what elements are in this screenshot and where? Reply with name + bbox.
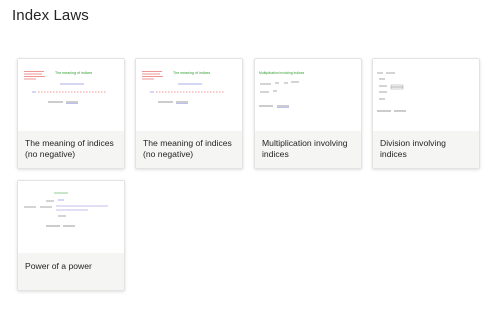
card-title[interactable]: The meaning of indices (no negative) [143, 138, 235, 160]
thumb-heading: The meaning of indices [173, 71, 210, 75]
card-footer[interactable]: Power of a power [18, 253, 124, 290]
thumb-heading: The meaning of indices [55, 71, 92, 75]
thumb-heading: Multiplication involving indices [259, 71, 305, 75]
card-title[interactable]: The meaning of indices (no negative) [25, 138, 117, 160]
card-footer[interactable]: The meaning of indices (no negative) [18, 131, 124, 168]
notebook-card-power-of-a-power[interactable]: Power of a power [17, 180, 125, 291]
card-title[interactable]: Multiplication involving indices [262, 138, 354, 160]
page-thumbnail[interactable]: Multiplication involving indices [255, 59, 361, 131]
page-thumbnail[interactable] [373, 59, 479, 131]
page-title: Index Laws [12, 7, 89, 24]
page-thumbnail[interactable] [18, 181, 124, 253]
card-footer[interactable]: Division involving indices [373, 131, 479, 168]
notebook-card-division[interactable]: Division involving indices [372, 58, 480, 169]
card-footer[interactable]: Multiplication involving indices [255, 131, 361, 168]
card-title[interactable]: Power of a power [25, 261, 117, 272]
page-thumbnail[interactable]: The meaning of indices [18, 59, 124, 131]
notebook-card-meaning-of-indices-2[interactable]: The meaning of indices The meaning of in… [135, 58, 243, 169]
notebook-card-meaning-of-indices-1[interactable]: The meaning of indices The meaning of in… [17, 58, 125, 169]
page-thumbnail[interactable]: The meaning of indices [136, 59, 242, 131]
card-footer[interactable]: The meaning of indices (no negative) [136, 131, 242, 168]
card-title[interactable]: Division involving indices [380, 138, 472, 160]
notebook-card-multiplication[interactable]: Multiplication involving indices Multipl… [254, 58, 362, 169]
